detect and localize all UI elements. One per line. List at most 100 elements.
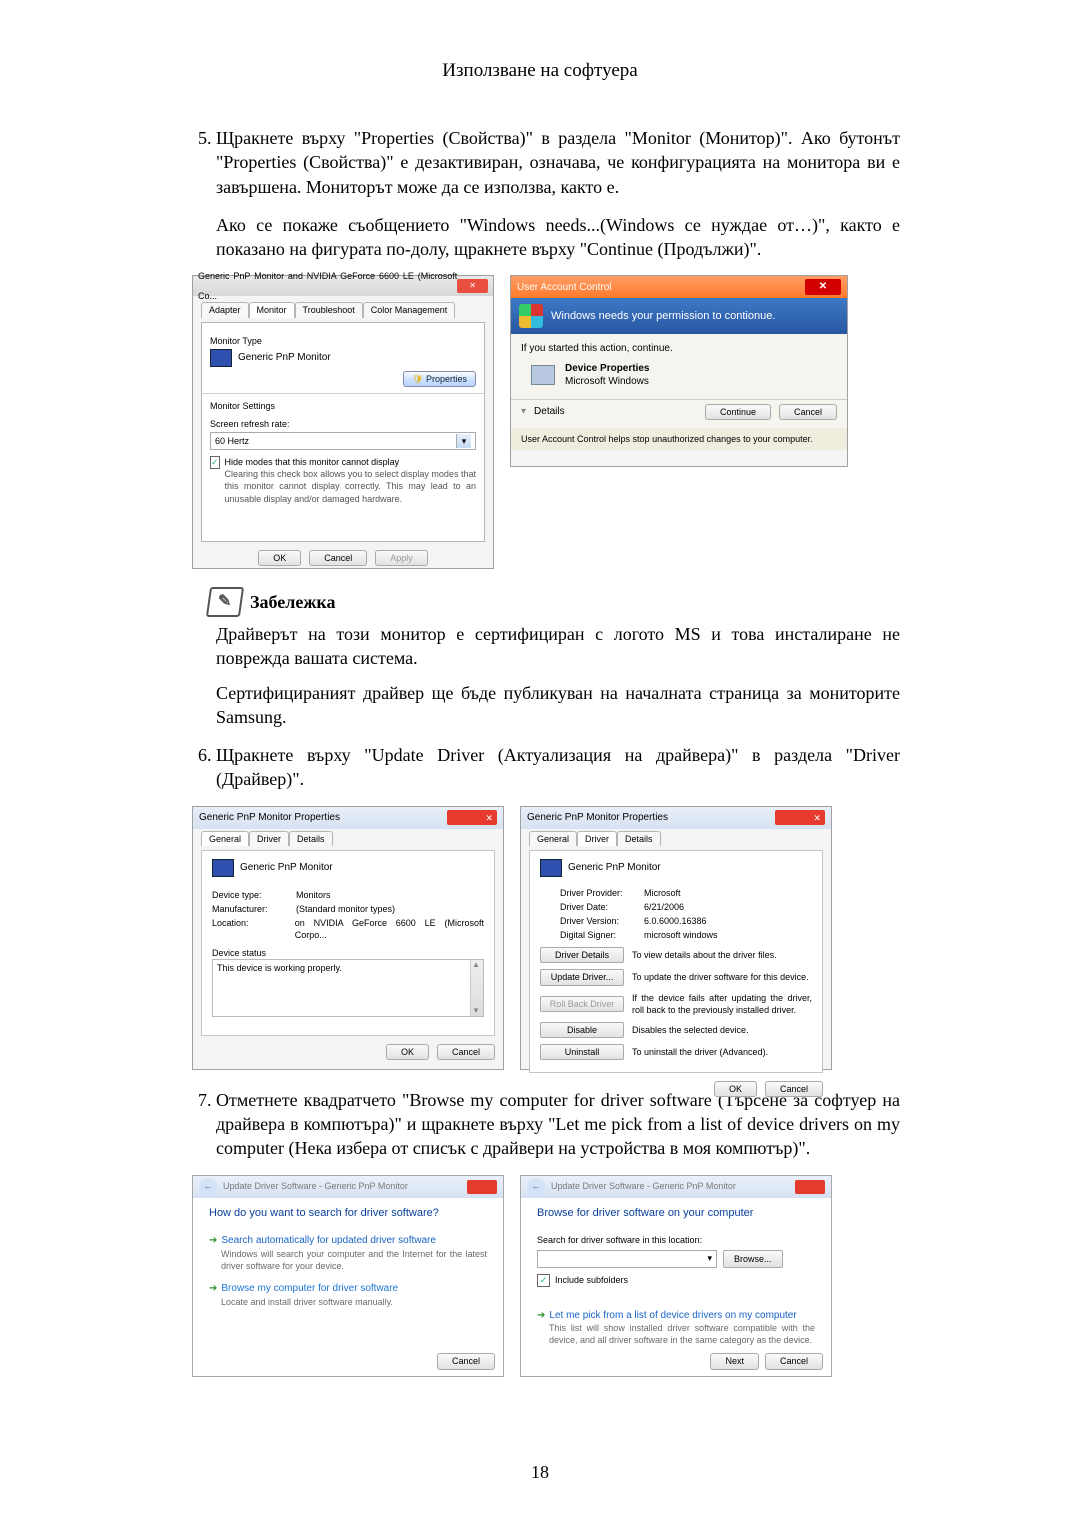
close-icon[interactable]	[467, 1180, 497, 1194]
cancel-button[interactable]: Cancel	[765, 1081, 823, 1097]
monitor-tab-panel: Monitor Type Generic PnP Monitor 🛡 Prope…	[201, 322, 485, 542]
cancel-button[interactable]: Cancel	[779, 404, 837, 420]
chevron-down-icon: ▾	[456, 434, 471, 448]
checkbox-icon: ✓	[537, 1274, 550, 1287]
uac-action-text: If you started this action, continue.	[521, 342, 837, 356]
close-icon[interactable]: ✕	[805, 279, 841, 295]
uac-permission-text: Windows needs your permission to contion…	[551, 309, 775, 324]
refresh-rate-label: Screen refresh rate:	[210, 418, 476, 430]
tab-adapter[interactable]: Adapter	[201, 302, 249, 317]
tab-troubleshoot[interactable]: Troubleshoot	[295, 302, 363, 317]
option-search-auto[interactable]: ➔Search automatically for updated driver…	[209, 1234, 487, 1272]
device-name: Generic PnP Monitor	[568, 861, 661, 875]
device-name: Generic PnP Monitor	[240, 861, 333, 875]
location-label: Search for driver software in this locat…	[537, 1234, 815, 1246]
monitor-icon	[540, 859, 562, 877]
tab-details[interactable]: Details	[289, 831, 333, 846]
pnp-properties-driver-dialog: Generic PnP Monitor Properties ✕ General…	[520, 806, 832, 1070]
option-pick-from-list[interactable]: ➔Let me pick from a list of device drive…	[537, 1309, 815, 1347]
disable-button[interactable]: Disable	[540, 1022, 624, 1038]
instruction-list: Щракнете върху "Properties (Свойства)" в…	[180, 126, 900, 1377]
browse-button[interactable]: Browse...	[723, 1250, 783, 1268]
step-6: Щракнете върху "Update Driver (Актуализа…	[216, 743, 900, 1070]
close-icon[interactable]	[795, 1180, 825, 1194]
monitor-icon	[212, 859, 234, 877]
tab-general[interactable]: General	[201, 831, 249, 846]
note-heading: Забележка	[208, 587, 900, 617]
monitor-type-label: Monitor Type	[210, 335, 476, 347]
checkbox-description: Clearing this check box allows you to se…	[225, 468, 476, 504]
continue-button[interactable]: Continue	[705, 404, 771, 420]
close-icon[interactable]: ✕	[457, 279, 488, 293]
back-icon[interactable]: ←	[527, 1178, 545, 1196]
refresh-rate-select[interactable]: 60 Hertz ▾	[210, 432, 476, 450]
tab-general[interactable]: General	[529, 831, 577, 846]
uac-program-info: Device Properties Microsoft Windows	[531, 362, 837, 389]
arrow-icon: ➔	[537, 1310, 545, 1321]
include-subfolders-checkbox[interactable]: ✓ Include subfolders	[537, 1274, 815, 1287]
step-6-text: Щракнете върху "Update Driver (Актуализа…	[216, 745, 900, 789]
screenshot-set-3: ← Update Driver Software - Generic PnP M…	[192, 1175, 900, 1377]
note-label: Забележка	[250, 590, 336, 614]
step-5-text-2: Ако се покаже съобщението "Windows needs…	[216, 213, 900, 262]
roll-back-driver-button: Roll Back Driver	[540, 996, 624, 1012]
tab-driver[interactable]: Driver	[249, 831, 289, 846]
location-input[interactable]: ▾	[537, 1250, 717, 1268]
update-driver-wizard-search: ← Update Driver Software - Generic PnP M…	[192, 1175, 504, 1377]
pnp-properties-general-dialog: Generic PnP Monitor Properties ✕ General…	[192, 806, 504, 1070]
scrollbar[interactable]	[470, 960, 483, 1016]
uac-title-text: User Account Control	[517, 281, 612, 295]
uninstall-button[interactable]: Uninstall	[540, 1044, 624, 1060]
uac-permission-banner: Windows needs your permission to contion…	[511, 298, 847, 334]
uac-publisher: Microsoft Windows	[565, 375, 650, 389]
tab-details[interactable]: Details	[617, 831, 661, 846]
monitor-properties-dialog: Generic PnP Monitor and NVIDIA GeForce 6…	[192, 275, 494, 569]
ok-button[interactable]: OK	[714, 1081, 757, 1097]
device-status-label: Device status	[212, 947, 484, 959]
driver-details-button[interactable]: Driver Details	[540, 947, 624, 963]
window-title: Generic PnP Monitor Properties	[527, 811, 668, 825]
details-button[interactable]: Details	[534, 405, 565, 419]
hide-modes-checkbox[interactable]: ✓ Hide modes that this monitor cannot di…	[210, 456, 476, 505]
monitor-icon	[210, 349, 232, 367]
window-titlebar: Generic PnP Monitor and NVIDIA GeForce 6…	[193, 276, 493, 296]
cancel-button[interactable]: Cancel	[765, 1353, 823, 1369]
wizard-header: ← Update Driver Software - Generic PnP M…	[193, 1176, 503, 1198]
window-buttons[interactable]: ✕	[447, 810, 497, 825]
arrow-icon: ➔	[209, 1283, 217, 1294]
dialog-buttons: OK Cancel Apply	[201, 550, 485, 566]
tab-monitor[interactable]: Monitor	[249, 302, 295, 317]
step-5-text-1: Щракнете върху "Properties (Свойства)" в…	[216, 128, 900, 197]
next-button[interactable]: Next	[710, 1353, 759, 1369]
step-7: Отметнете квадратчето "Browse my compute…	[216, 1088, 900, 1377]
document-page: Използване на софтуера Щракнете върху "P…	[0, 0, 1080, 1527]
cancel-button[interactable]: Cancel	[437, 1044, 495, 1060]
checkbox-icon: ✓	[210, 456, 220, 469]
ok-button[interactable]: OK	[386, 1044, 429, 1060]
cancel-button[interactable]: Cancel	[309, 550, 367, 566]
apply-button: Apply	[375, 550, 428, 566]
update-driver-wizard-browse: ← Update Driver Software - Generic PnP M…	[520, 1175, 832, 1377]
option-browse-computer[interactable]: ➔Browse my computer for driver software …	[209, 1282, 487, 1308]
tab-bar: Adapter Monitor Troubleshoot Color Manag…	[201, 302, 485, 317]
monitor-type-value: Generic PnP Monitor	[238, 351, 331, 365]
window-title: Generic PnP Monitor Properties	[199, 811, 340, 825]
tab-driver[interactable]: Driver	[577, 831, 617, 846]
ok-button[interactable]: OK	[258, 550, 301, 566]
wizard-header: ← Update Driver Software - Generic PnP M…	[521, 1176, 831, 1198]
screenshot-set-1: Generic PnP Monitor and NVIDIA GeForce 6…	[192, 275, 900, 569]
page-header: Използване на софтуера	[180, 60, 900, 82]
cancel-button[interactable]: Cancel	[437, 1353, 495, 1369]
wizard-heading: How do you want to search for driver sof…	[209, 1206, 487, 1221]
note-icon	[206, 587, 244, 617]
window-buttons[interactable]: ✕	[775, 810, 825, 825]
update-driver-button[interactable]: Update Driver...	[540, 969, 624, 985]
window-title: Generic PnP Monitor and NVIDIA GeForce 6…	[198, 266, 457, 306]
uac-dialog: User Account Control ✕ Windows needs you…	[510, 275, 848, 467]
properties-button[interactable]: 🛡 Properties	[403, 371, 476, 387]
uac-titlebar: User Account Control ✕	[511, 276, 847, 298]
refresh-rate-value: 60 Hertz	[215, 435, 249, 447]
details-chevron-icon: ▾	[521, 405, 526, 419]
back-icon[interactable]: ←	[199, 1178, 217, 1196]
tab-color-mgmt[interactable]: Color Management	[363, 302, 456, 317]
